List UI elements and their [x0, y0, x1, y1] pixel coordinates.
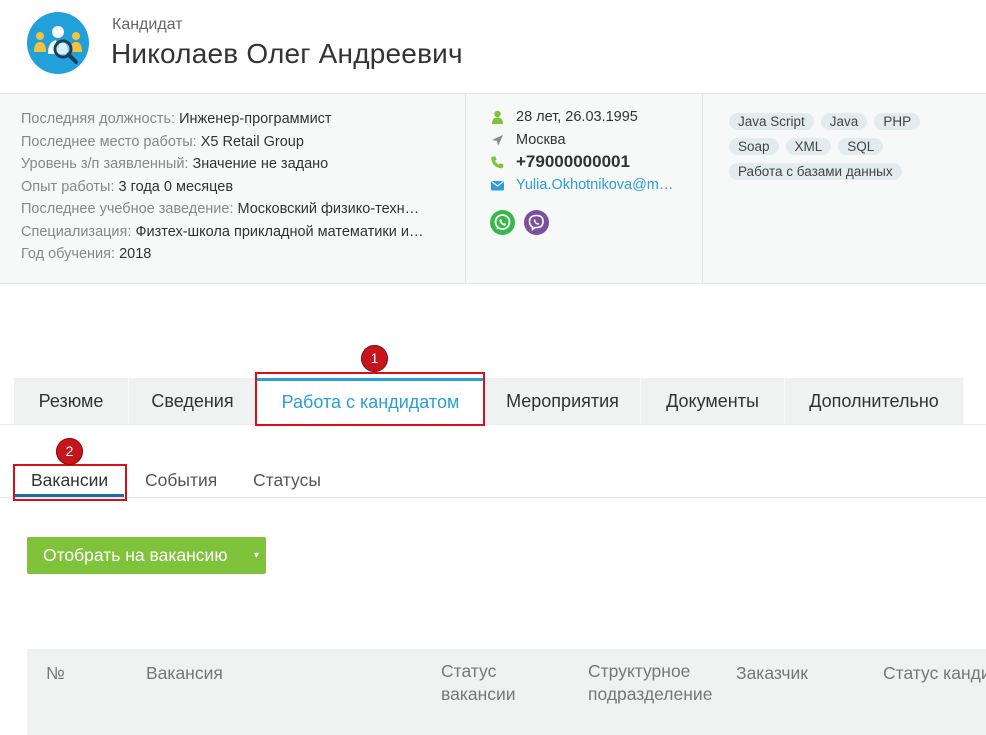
skill-tag: Soap	[729, 138, 779, 155]
detail-experience: Опыт работы: 3 года 0 месяцев	[21, 176, 446, 199]
detail-label: Уровень з/п заявленный:	[21, 156, 189, 172]
skill-tag: Java	[820, 113, 868, 130]
tabs-divider	[0, 424, 986, 425]
skill-tag: XML	[785, 138, 832, 155]
contact-email-link[interactable]: Yulia.Okhotnikova@mi…	[516, 174, 676, 197]
detail-value: Московский физико-техн…	[237, 201, 420, 217]
tab-info[interactable]: Сведения	[129, 378, 257, 424]
skill-tag: PHP	[874, 113, 921, 130]
vacancies-table-header: № Вакансия Статус вакансии Структурное п…	[27, 649, 986, 735]
contact-phone-text[interactable]: +79000000001	[516, 151, 630, 174]
person-icon	[490, 110, 505, 125]
column-header-number[interactable]: №	[46, 662, 65, 685]
candidate-name: Николаев Олег Андреевич	[111, 38, 463, 69]
column-divider	[702, 94, 703, 283]
subtab-statuses[interactable]: Статусы	[253, 470, 321, 491]
detail-study-year: Год обучения: 2018	[21, 243, 446, 266]
chevron-down-icon[interactable]: ▾	[254, 537, 259, 574]
column-divider	[465, 94, 466, 283]
tab-resume[interactable]: Резюме	[14, 378, 129, 424]
detail-label: Опыт работы:	[21, 178, 115, 195]
tab-documents[interactable]: Документы	[641, 378, 785, 424]
candidate-info-panel: Последняя должность: Инженер-программист…	[0, 93, 986, 284]
highlight-box-subtab	[13, 464, 127, 501]
annotation-badge-2: 2	[56, 438, 83, 465]
detail-last-workplace: Последнее место работы: X5 Retail Group	[21, 131, 446, 154]
subtabs-divider	[0, 497, 986, 498]
detail-label: Последнее место работы:	[21, 133, 197, 150]
contact-phone[interactable]: +79000000001	[490, 151, 690, 174]
contact-age-text: 28 лет, 26.03.1995	[516, 109, 638, 125]
location-arrow-icon	[490, 133, 505, 148]
column-header-customer[interactable]: Заказчик	[736, 662, 808, 685]
contact-age: 28 лет, 26.03.1995	[490, 106, 690, 129]
contact-city-text: Москва	[516, 131, 566, 148]
tab-additional[interactable]: Дополнительно	[785, 378, 964, 424]
detail-value: Инженер-программист	[179, 111, 332, 127]
column-header-line: подразделение	[588, 684, 713, 704]
detail-label: Последняя должность:	[21, 111, 176, 127]
column-header-department[interactable]: Структурное подразделение	[588, 660, 712, 706]
select-to-vacancy-button[interactable]: Отобрать на вакансию ▾	[27, 537, 266, 574]
column-header-candidate-status[interactable]: Статус канди	[883, 662, 986, 685]
detail-label: Год обучения:	[21, 246, 116, 262]
skill-tag: Работа с базами данных	[729, 163, 902, 180]
detail-last-position: Последняя должность: Инженер-программист	[21, 108, 446, 131]
detail-value: Физтех-школа прикладной математики и…	[135, 223, 424, 240]
detail-specialization: Специализация: Физтех-школа прикладной м…	[21, 221, 446, 244]
select-to-vacancy-label: Отобрать на вакансию	[43, 545, 228, 565]
column-header-vacancy[interactable]: Вакансия	[146, 662, 223, 685]
highlight-box-tab	[255, 372, 485, 426]
envelope-icon	[490, 178, 505, 193]
detail-value: Значение не задано	[192, 156, 329, 172]
detail-value: 2018	[119, 246, 152, 262]
detail-value: X5 Retail Group	[200, 133, 304, 150]
contact-email[interactable]: Yulia.Okhotnikova@mi…	[490, 174, 690, 197]
column-header-line: Структурное	[588, 661, 691, 681]
candidate-label: Кандидат	[112, 16, 183, 33]
tab-events[interactable]: Мероприятия	[485, 378, 641, 424]
skill-tag: Java Script	[729, 113, 814, 130]
detail-label: Последнее учебное заведение:	[21, 201, 234, 217]
whatsapp-icon[interactable]	[490, 210, 515, 235]
subtab-events[interactable]: События	[145, 470, 217, 491]
detail-salary: Уровень з/п заявленный: Значение не зада…	[21, 153, 446, 176]
annotation-badge-1: 1	[361, 345, 388, 372]
candidate-contacts: 28 лет, 26.03.1995 Москва +79000000001 Y…	[490, 106, 690, 235]
column-header-vacancy-status[interactable]: Статус вакансии	[441, 660, 516, 706]
skill-tags: Java Script Java PHP Soap XML SQL Работа с б…	[729, 113, 969, 188]
detail-value: 3 года 0 месяцев	[118, 178, 234, 195]
candidate-avatar-icon	[27, 12, 89, 74]
messenger-links	[490, 210, 554, 240]
viber-icon[interactable]	[524, 210, 550, 235]
column-header-line: вакансии	[441, 684, 516, 704]
contact-city: Москва	[490, 129, 690, 152]
skill-tag: SQL	[838, 138, 884, 155]
phone-icon	[490, 155, 505, 170]
detail-education: Последнее учебное заведение: Московский …	[21, 198, 446, 221]
detail-label: Специализация:	[21, 223, 132, 240]
candidate-details: Последняя должность: Инженер-программист…	[21, 108, 446, 266]
column-header-line: Статус	[441, 661, 497, 681]
